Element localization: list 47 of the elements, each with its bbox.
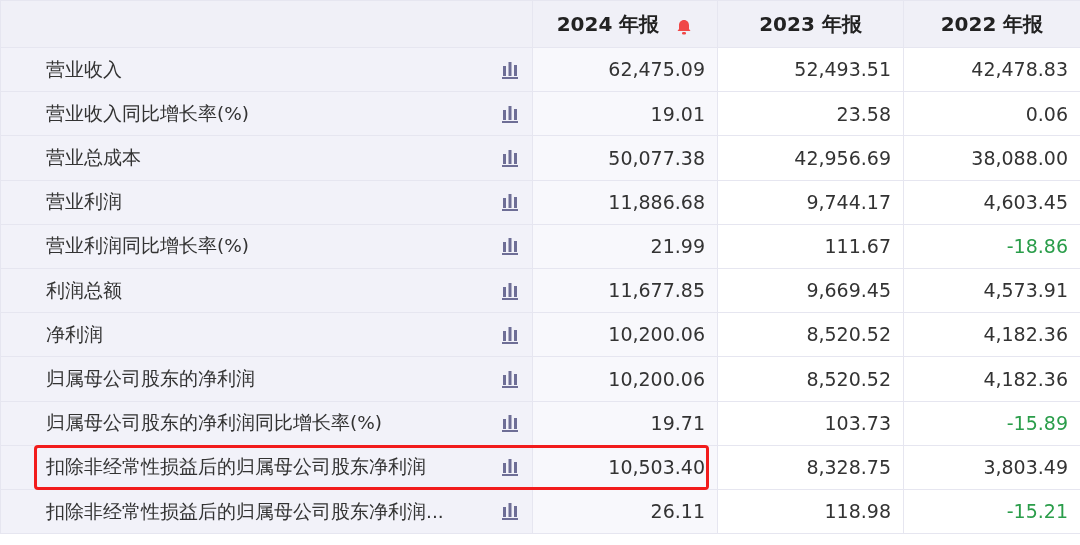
bar-chart-icon[interactable] — [500, 236, 520, 257]
table-cell: 19.01 — [532, 91, 718, 136]
table-cell: 11,677.85 — [532, 268, 718, 313]
table-cell: 21.99 — [532, 224, 718, 269]
column-header: 2024 年报 — [532, 0, 718, 48]
row-label: 净利润 — [46, 322, 103, 347]
row-label: 营业利润 — [46, 190, 122, 215]
table-cell: 10,503.40 — [532, 445, 718, 490]
bar-chart-icon[interactable] — [500, 457, 520, 478]
table-cell: 111.67 — [717, 224, 904, 269]
row-label: 营业收入同比增长率(%) — [46, 101, 249, 126]
row-label: 扣除非经常性损益后的归属母公司股东净利润... — [46, 499, 444, 524]
row-label: 归属母公司股东的净利润同比增长率(%) — [46, 411, 382, 436]
row-label: 营业利润同比增长率(%) — [46, 234, 249, 259]
table-cell: 52,493.51 — [717, 47, 904, 92]
row-label: 营业收入 — [46, 57, 122, 82]
row-label: 扣除非经常性损益后的归属母公司股东净利润 — [46, 455, 426, 480]
row-label: 利润总额 — [46, 278, 122, 303]
table-cell: 10,200.06 — [532, 312, 718, 357]
table-cell: 42,956.69 — [717, 135, 904, 181]
row-label: 营业总成本 — [46, 146, 141, 171]
table-cell: 50,077.38 — [532, 135, 718, 181]
table-cell: 8,328.75 — [717, 445, 904, 490]
bar-chart-icon[interactable] — [500, 192, 520, 213]
table-cell: 8,520.52 — [717, 312, 904, 357]
table-cell: 9,669.45 — [717, 268, 904, 313]
bar-chart-icon[interactable] — [500, 324, 520, 345]
row-label: 归属母公司股东的净利润 — [46, 367, 255, 392]
bar-chart-icon[interactable] — [500, 501, 520, 522]
table-cell: 19.71 — [532, 401, 718, 446]
table-cell: 9,744.17 — [717, 180, 904, 225]
bar-chart-icon[interactable] — [500, 280, 520, 301]
table-cell: 11,886.68 — [532, 180, 718, 225]
table-cell: 8,520.52 — [717, 356, 904, 401]
bar-chart-icon[interactable] — [500, 413, 520, 434]
table-cell: 23.58 — [717, 91, 904, 136]
table-cell: 26.11 — [532, 489, 718, 534]
table-cell: 103.73 — [717, 401, 904, 446]
table-cell: 62,475.09 — [532, 47, 718, 92]
table-cell: 10,200.06 — [532, 356, 718, 401]
table-cell: 118.98 — [717, 489, 904, 534]
bar-chart-icon[interactable] — [500, 147, 520, 168]
column-header: 2023 年报 — [717, 0, 904, 48]
bar-chart-icon[interactable] — [500, 59, 520, 80]
bar-chart-icon[interactable] — [500, 103, 520, 124]
bar-chart-icon[interactable] — [500, 368, 520, 389]
column-header: 2022 年报 — [903, 0, 1080, 48]
